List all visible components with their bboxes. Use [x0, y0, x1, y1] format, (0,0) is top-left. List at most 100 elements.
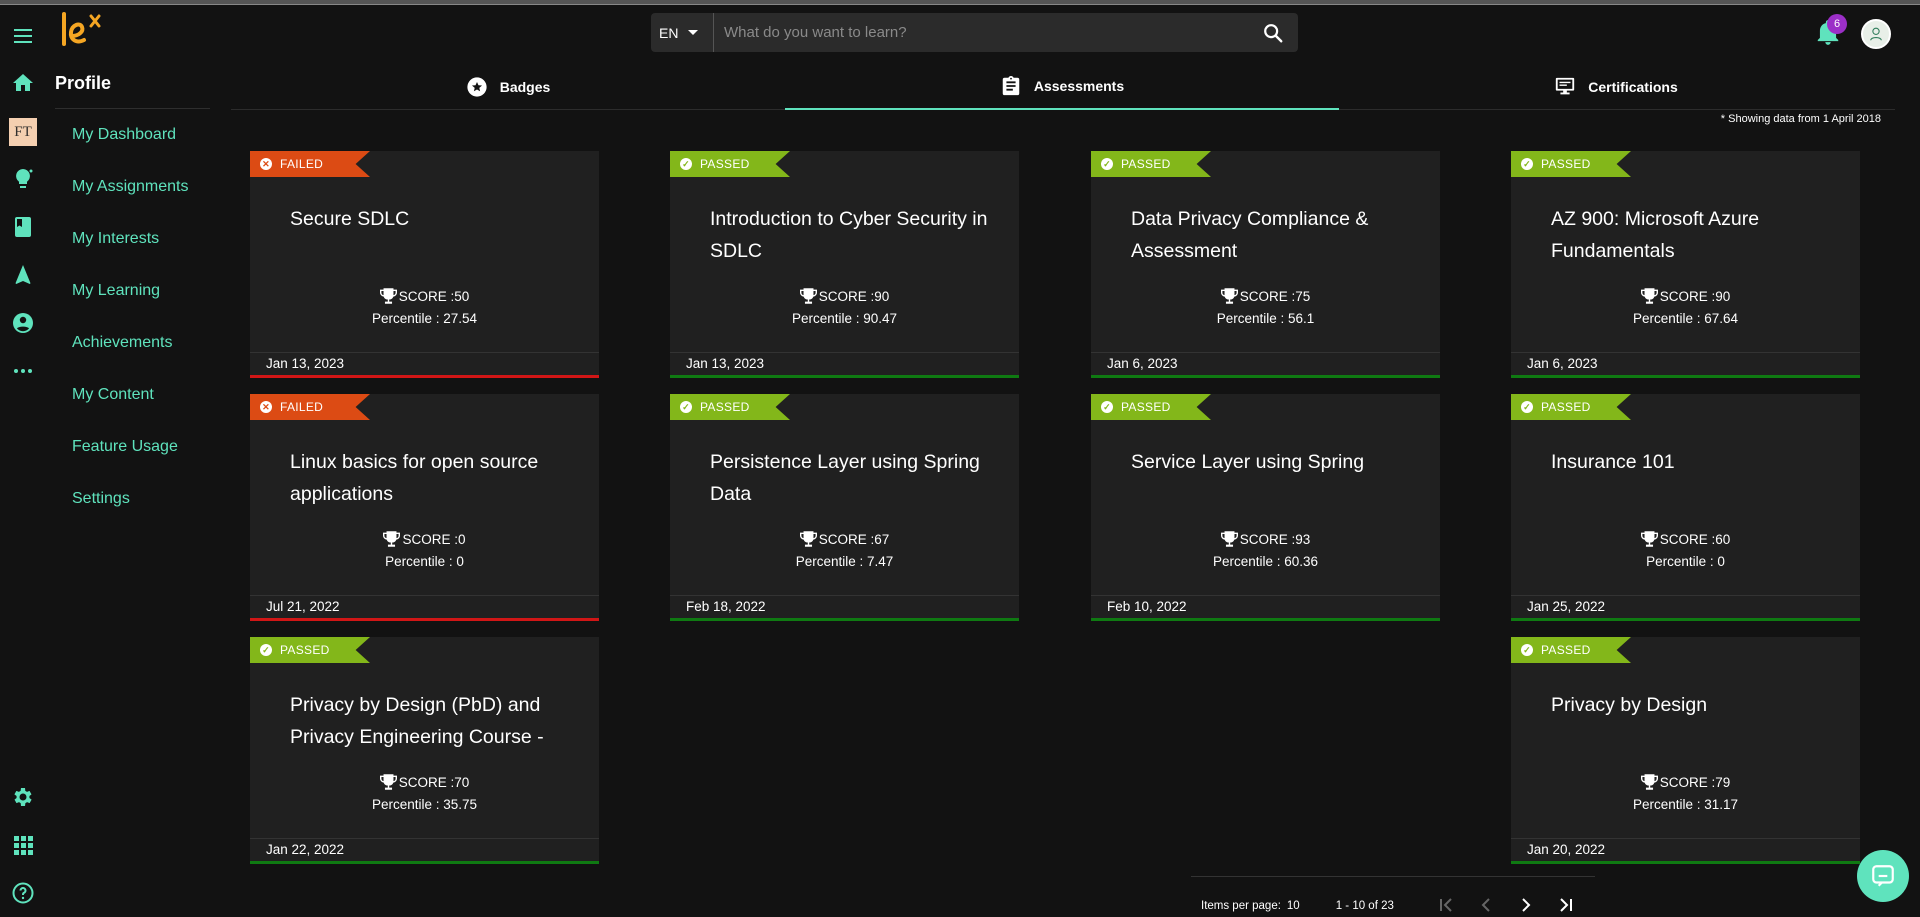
close-circle-icon: ✕ — [260, 158, 272, 170]
ft-logo-label: FT — [9, 118, 37, 146]
status-badge: ✓ PASSED — [1091, 394, 1211, 420]
menu-icon[interactable] — [9, 22, 37, 50]
assessment-card[interactable]: ✓ PASSED Introduction to Cyber Security in… — [670, 151, 1019, 378]
star-badge-icon — [467, 77, 487, 97]
last-page-icon[interactable] — [1554, 893, 1578, 917]
sidebar-item-settings[interactable]: Settings — [72, 490, 130, 508]
data-range-note: * Showing data from 1 April 2018 — [1720, 113, 1881, 125]
next-page-icon[interactable] — [1514, 893, 1538, 917]
account-icon[interactable] — [9, 309, 37, 337]
assessment-card[interactable]: ✓ PASSED Privacy by Design SCORE :79 Percent… — [1511, 637, 1860, 864]
sidebar-item-my-dashboard[interactable]: My Dashboard — [72, 126, 176, 144]
assessment-title[interactable]: Privacy by Design (PbD) and Privacy Engi… — [290, 689, 580, 753]
percentile-value: Percentile : 27.54 — [371, 311, 478, 326]
app-logo[interactable] — [58, 10, 118, 54]
first-page-icon[interactable] — [1434, 893, 1458, 917]
assessment-date: Feb 10, 2022 — [1091, 595, 1440, 618]
score-value: SCORE :79 — [1659, 774, 1731, 790]
assessment-card[interactable]: ✓ PASSED AZ 900: Microsoft Azure Fundament… — [1511, 151, 1860, 378]
score-value: SCORE :0 — [402, 531, 466, 547]
status-label: PASSED — [700, 400, 750, 414]
assessment-title[interactable]: Secure SDLC — [290, 203, 580, 267]
status-badge: ✓ PASSED — [250, 637, 370, 663]
check-circle-icon: ✓ — [680, 158, 692, 170]
paginator: Items per page: 10 1 - 10 of 23 — [1201, 896, 1394, 916]
home-icon[interactable] — [9, 69, 37, 97]
apps-icon[interactable] — [9, 831, 37, 859]
chat-button[interactable] — [1857, 850, 1909, 902]
navigation-icon[interactable] — [9, 261, 37, 289]
lightbulb-icon[interactable] — [9, 165, 37, 193]
assessment-title[interactable]: AZ 900: Microsoft Azure Fundamentals — [1551, 203, 1841, 267]
score-line: SCORE :90 — [670, 288, 1019, 304]
status-badge: ✓ PASSED — [1511, 394, 1631, 420]
percentile-value: Percentile : 31.17 — [1632, 797, 1739, 812]
window-top-border — [0, 0, 1920, 5]
assessment-card[interactable]: ✕ FAILED Linux basics for open source appl… — [250, 394, 599, 621]
monitor-icon — [1556, 77, 1575, 95]
assessment-card[interactable]: ✓ PASSED Privacy by Design (PbD) and Priva… — [250, 637, 599, 864]
more-icon[interactable] — [9, 357, 37, 385]
tab-certifications[interactable]: Certifications — [1339, 64, 1893, 110]
sidebar-item-my-content[interactable]: My Content — [72, 386, 154, 404]
sidebar-item-my-learning[interactable]: My Learning — [72, 282, 160, 300]
ft-logo-icon[interactable]: FT — [9, 118, 37, 146]
trophy-icon — [383, 531, 401, 547]
percentile-value: Percentile : 67.64 — [1632, 311, 1739, 326]
assessment-card[interactable]: ✓ PASSED Data Privacy Compliance & Assessm… — [1091, 151, 1440, 378]
score-value: SCORE :90 — [818, 288, 890, 304]
assessment-card[interactable]: ✓ PASSED Service Layer using Spring SCORE :… — [1091, 394, 1440, 621]
items-per-page-select[interactable]: 10 — [1287, 900, 1300, 912]
score-line: SCORE :75 — [1091, 288, 1440, 304]
settings-icon[interactable] — [9, 783, 37, 811]
previous-page-icon[interactable] — [1474, 893, 1498, 917]
help-icon[interactable] — [9, 879, 37, 907]
score-value: SCORE :50 — [398, 288, 470, 304]
trophy-icon — [1640, 774, 1658, 790]
assessment-card[interactable]: ✓ PASSED Insurance 101 SCORE :60 Percentile … — [1511, 394, 1860, 621]
score-line: SCORE :67 — [670, 531, 1019, 547]
assessment-title[interactable]: Insurance 101 — [1551, 446, 1841, 510]
assessment-title[interactable]: Introduction to Cyber Security in SDLC — [710, 203, 1000, 267]
sidebar-item-my-interests[interactable]: My Interests — [72, 230, 159, 248]
score-value: SCORE :60 — [1659, 531, 1731, 547]
avatar[interactable] — [1861, 19, 1891, 49]
percentile-value: Percentile : 90.47 — [791, 311, 898, 326]
assessment-title[interactable]: Privacy by Design — [1551, 689, 1841, 753]
assessment-card[interactable]: ✓ PASSED Persistence Layer using Spring Da… — [670, 394, 1019, 621]
sidebar-item-achievements[interactable]: Achievements — [72, 334, 173, 352]
status-label: PASSED — [1121, 400, 1171, 414]
assessment-card[interactable]: ✕ FAILED Secure SDLC SCORE :50 Percentile : … — [250, 151, 599, 378]
score-line: SCORE :50 — [250, 288, 599, 304]
language-select[interactable]: EN — [651, 13, 713, 52]
status-label: FAILED — [280, 157, 324, 171]
percentile-value: Percentile : 0 — [1646, 554, 1725, 569]
sidebar-item-feature-usage[interactable]: Feature Usage — [72, 438, 178, 456]
trophy-icon — [1220, 288, 1238, 304]
status-badge: ✓ PASSED — [670, 394, 790, 420]
assessment-date: Jan 25, 2022 — [1511, 595, 1860, 618]
status-badge: ✓ PASSED — [1511, 151, 1631, 177]
sidebar-item-my-assignments[interactable]: My Assignments — [72, 178, 188, 196]
status-label: PASSED — [700, 157, 750, 171]
tab-badges[interactable]: Badges — [231, 64, 785, 110]
assessment-title[interactable]: Service Layer using Spring — [1131, 446, 1421, 510]
book-icon[interactable] — [9, 213, 37, 241]
status-badge: ✓ PASSED — [670, 151, 790, 177]
search-icon[interactable] — [1262, 22, 1284, 44]
trophy-icon — [379, 288, 397, 304]
status-label: PASSED — [1541, 400, 1591, 414]
score-line: SCORE :93 — [1091, 531, 1440, 547]
language-value: EN — [659, 24, 679, 41]
assessment-title[interactable]: Persistence Layer using Spring Data — [710, 446, 1000, 510]
status-label: PASSED — [1121, 157, 1171, 171]
assessment-title[interactable]: Data Privacy Compliance & Assessment — [1131, 203, 1421, 267]
score-value: SCORE :70 — [398, 774, 470, 790]
assessment-date: Jan 6, 2023 — [1091, 352, 1440, 375]
tab-assessments[interactable]: Assessments — [785, 64, 1339, 110]
left-rail: FT — [0, 5, 46, 916]
status-label: PASSED — [1541, 643, 1591, 657]
assessment-title[interactable]: Linux basics for open source application… — [290, 446, 580, 510]
search-input[interactable] — [724, 13, 1224, 52]
tab-label: Assessments — [1033, 78, 1125, 94]
